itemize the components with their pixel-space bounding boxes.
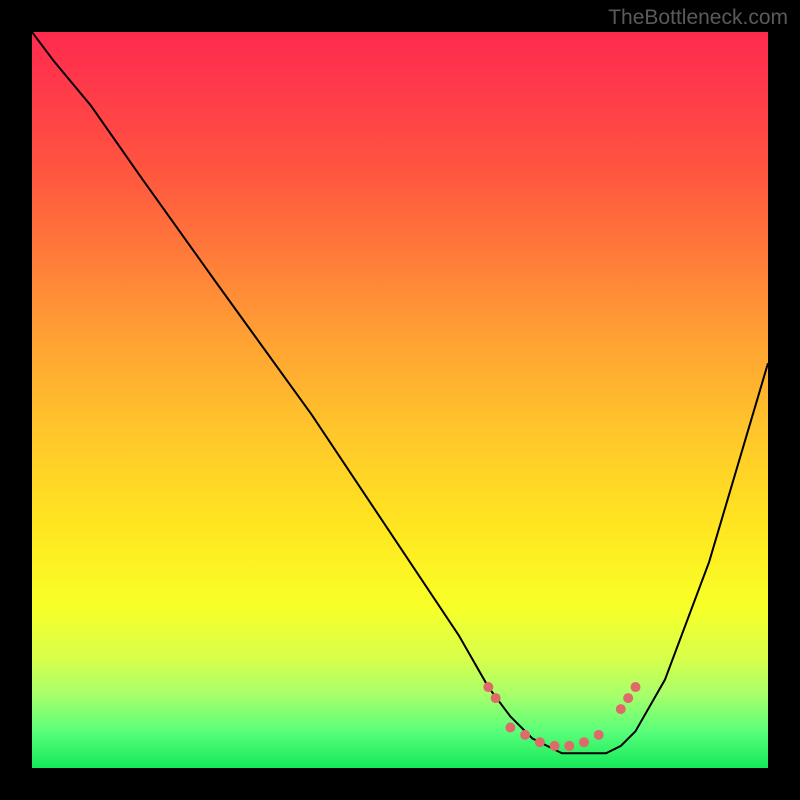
optimal-range-dots-group	[483, 682, 640, 751]
watermark-text: TheBottleneck.com	[608, 6, 788, 30]
optimal-dot	[616, 704, 626, 714]
optimal-dot	[505, 723, 515, 733]
optimal-dot	[520, 730, 530, 740]
optimal-dot	[483, 682, 493, 692]
chart-plot-area	[32, 32, 768, 768]
optimal-dot	[550, 741, 560, 751]
optimal-dot	[535, 737, 545, 747]
optimal-dot	[579, 737, 589, 747]
optimal-dot	[564, 741, 574, 751]
optimal-dot	[594, 730, 604, 740]
optimal-range-dots-svg	[32, 32, 768, 768]
optimal-dot	[623, 693, 633, 703]
optimal-dot	[491, 693, 501, 703]
optimal-dot	[631, 682, 641, 692]
